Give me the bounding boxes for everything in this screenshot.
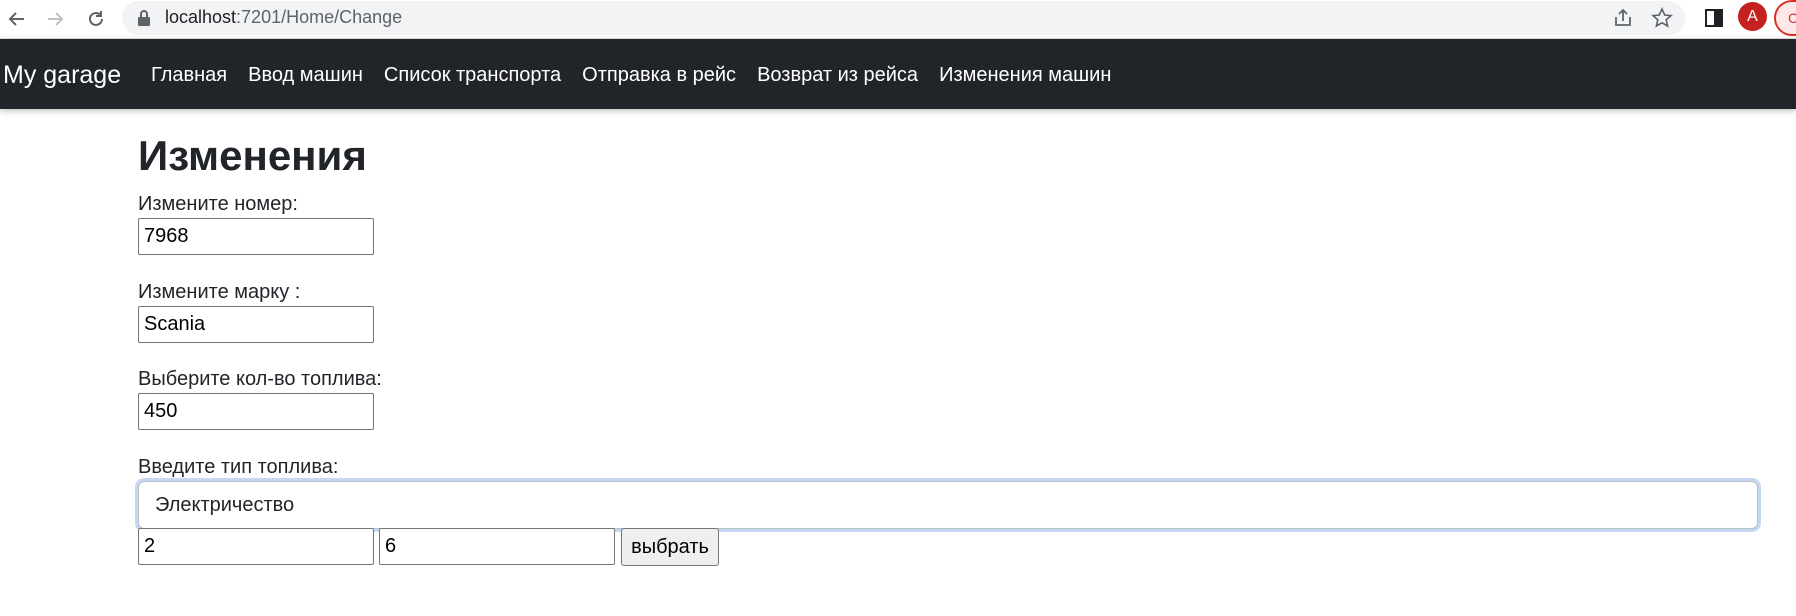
fuel-amount-label: Выберите кол-во топлива: [138, 368, 382, 390]
brand-input[interactable]: Scania [138, 306, 374, 343]
fuel-type-input[interactable]: Электричество [138, 481, 1758, 529]
forward-icon[interactable] [38, 2, 72, 36]
back-icon[interactable] [0, 2, 34, 36]
navbar: My garage Главная Ввод машин Список тран… [0, 39, 1796, 109]
reload-icon[interactable] [79, 2, 113, 36]
nav-link-return[interactable]: Возврат из рейса [757, 63, 918, 87]
fuel-amount-input[interactable]: 450 [138, 393, 374, 430]
nav-link-home[interactable]: Главная [151, 63, 227, 87]
extra-input-1[interactable]: 2 [138, 528, 374, 565]
url-text[interactable]: localhost:7201/Home/Change [165, 6, 402, 28]
url-path: :7201/Home/Change [236, 7, 403, 27]
lock-icon[interactable] [136, 8, 152, 28]
nav-link-transport-list[interactable]: Список транспорта [384, 63, 561, 87]
extra-input-2[interactable]: 6 [379, 528, 615, 565]
navbar-brand[interactable]: My garage [3, 60, 121, 90]
choose-button[interactable]: выбрать [621, 528, 719, 566]
browser-toolbar: localhost:7201/Home/Change A C [0, 0, 1796, 39]
url-host: localhost [165, 7, 237, 27]
page-title: Изменения [138, 132, 367, 179]
star-icon[interactable] [1647, 3, 1677, 33]
number-label: Измените номер: [138, 193, 298, 215]
extension-badge[interactable]: C [1774, 0, 1796, 36]
profile-avatar[interactable]: A [1738, 2, 1767, 31]
brand-label: Измените марку : [138, 281, 301, 303]
nav-links: Главная Ввод машин Список транспорта Отп… [151, 63, 1132, 87]
side-panel-icon[interactable] [1699, 3, 1729, 33]
nav-link-dispatch[interactable]: Отправка в рейс [582, 63, 736, 87]
nav-link-enter-cars[interactable]: Ввод машин [248, 63, 363, 87]
fuel-type-label: Введите тип топлива: [138, 456, 339, 478]
nav-link-changes[interactable]: Изменения машин [939, 63, 1111, 87]
share-icon[interactable] [1608, 3, 1638, 33]
number-input[interactable]: 7968 [138, 218, 374, 255]
